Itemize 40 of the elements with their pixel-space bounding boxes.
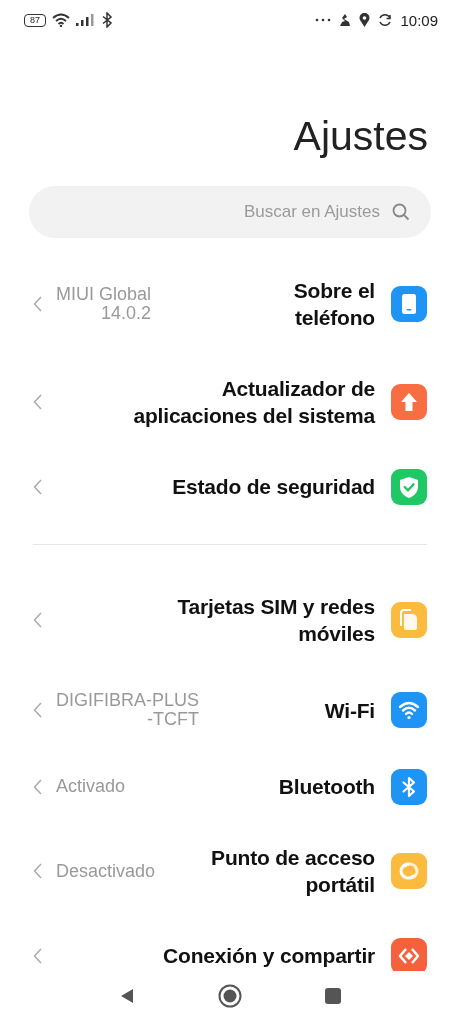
- setting-title: Punto de acceso portátil: [211, 845, 375, 898]
- recents-button[interactable]: [324, 987, 342, 1005]
- setting-value: MIUI Global 14.0.2: [56, 285, 152, 323]
- settings-item[interactable]: Tarjetas SIM y redes móviles: [0, 571, 460, 669]
- sync-icon: [378, 13, 393, 27]
- settings-item[interactable]: MIUI Global 14.0.2 Sobre el teléfono: [0, 255, 460, 353]
- wifi-icon: [52, 13, 70, 27]
- chevron-icon: [33, 478, 42, 495]
- chevron-icon: [33, 947, 42, 964]
- settings-item[interactable]: Actualizador de aplicaciones del sistema: [0, 353, 460, 451]
- setting-title: Estado de seguridad: [172, 474, 375, 500]
- location-icon: [359, 13, 371, 27]
- more-icon: [315, 18, 332, 22]
- chevron-icon: [33, 863, 42, 879]
- setting-title: Conexión y compartir: [163, 943, 375, 969]
- search-field[interactable]: Buscar en Ajustes: [29, 186, 431, 238]
- battery-level: 87: [24, 13, 46, 27]
- settings-item[interactable]: Activado Bluetooth: [0, 751, 460, 822]
- setting-value: Activado: [56, 777, 126, 796]
- signal-icon: [76, 14, 96, 26]
- setting-title: Tarjetas SIM y redes móviles: [177, 594, 375, 647]
- chevron-icon: [33, 778, 42, 795]
- chevron-icon: [33, 702, 42, 718]
- setting-title: Sobre el teléfono: [293, 278, 375, 331]
- home-button[interactable]: [218, 984, 242, 1008]
- settings-item[interactable]: Estado de seguridad: [0, 451, 460, 522]
- setting-title: Actualizador de aplicaciones del sistema: [133, 376, 375, 429]
- clock: 10:09: [400, 11, 438, 29]
- setting-value: Desactivado: [56, 861, 156, 881]
- setting-value: DIGIFIBRA-PLUS -TCFT: [56, 691, 200, 729]
- chevron-icon: [33, 296, 42, 312]
- page-title: Ajustes: [292, 112, 428, 160]
- bluetooth-icon: [102, 12, 112, 28]
- settings-item[interactable]: DIGIFIBRA-PLUS -TCFT Wi-Fi: [0, 669, 460, 751]
- setting-title: Wi-Fi: [324, 697, 375, 724]
- settings-item[interactable]: Desactivado Punto de acceso portátil: [0, 822, 460, 920]
- chevron-icon: [33, 394, 42, 410]
- setting-title: Bluetooth: [278, 774, 375, 800]
- chevron-icon: [33, 612, 42, 628]
- search-icon: [392, 203, 410, 221]
